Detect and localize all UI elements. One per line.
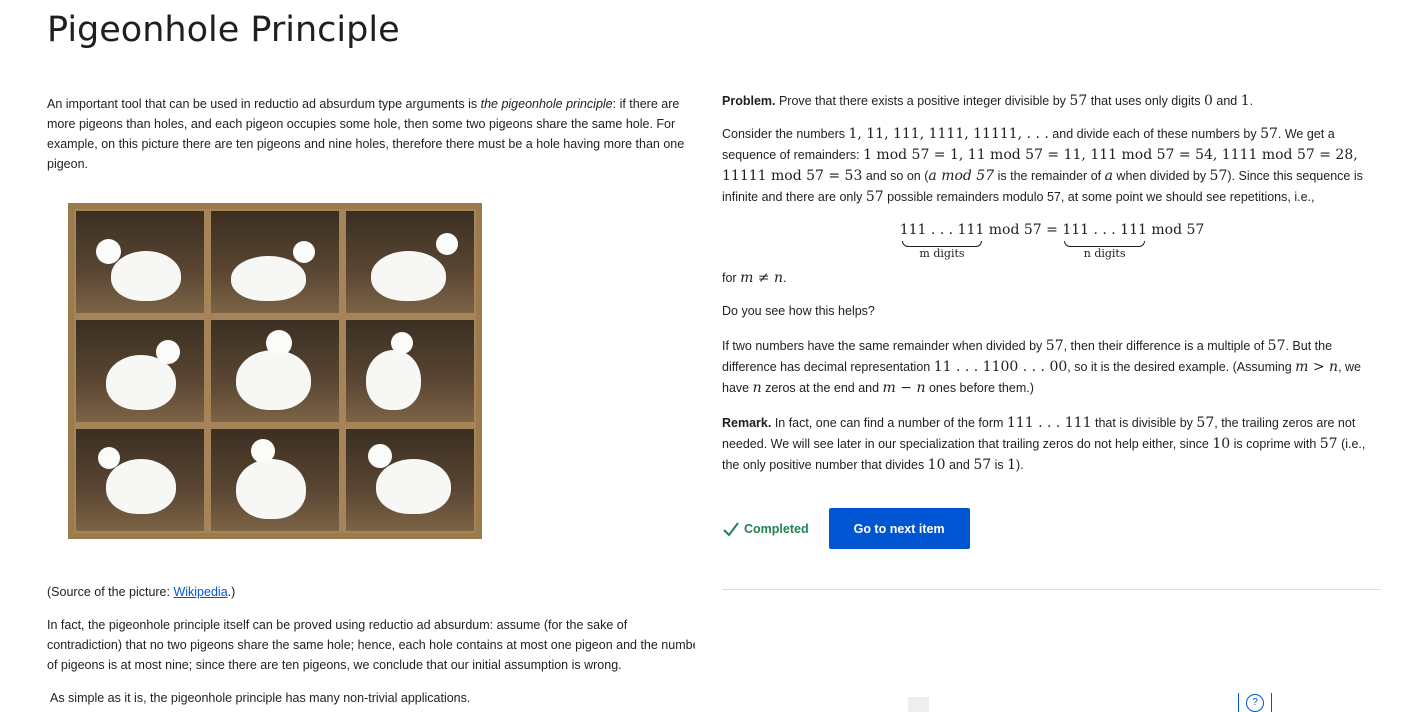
text: zeros at the end and <box>761 381 883 395</box>
math: 0 <box>1203 93 1213 109</box>
item-actions: Completed Go to next item <box>722 508 970 549</box>
text: is <box>991 458 1008 472</box>
intro-emphasis: the pigeonhole principle <box>480 97 613 111</box>
display-equation: 111 . . . 111 m digits mod 57 = 111 . . .… <box>722 220 1382 262</box>
text: Prove that there exists a positive integ… <box>775 94 1070 108</box>
pigeonhole-cell <box>346 211 474 313</box>
text: In fact, one can find a number of the fo… <box>771 416 1007 430</box>
pigeonhole-cell <box>346 320 474 422</box>
divider <box>722 589 1381 590</box>
math: 1 mod 57 = 1, 11 mod 57 = 11, 111 mod 57… <box>863 147 1358 163</box>
proof-paragraph: In fact, the pigeonhole principle itself… <box>47 615 695 675</box>
problem-label: Problem. <box>722 94 776 108</box>
check-icon <box>723 521 739 537</box>
help-glyph: ? <box>1246 694 1264 712</box>
math: 57 <box>1260 126 1278 142</box>
text: , so it is the desired example. (Assumin… <box>1067 360 1296 374</box>
text: , then their difference is a multiple of <box>1063 339 1268 353</box>
text: and so on ( <box>862 169 929 183</box>
math: 57 <box>1196 415 1215 431</box>
math: m ≠ n <box>740 270 783 286</box>
underbrace-n: 111 . . . 111 n digits <box>1062 220 1147 261</box>
math: mod 57 <box>1146 222 1205 238</box>
math: a <box>1104 168 1113 184</box>
text: and divide each of these numbers by <box>1048 127 1261 141</box>
math: 111 . . . 111 <box>1006 415 1092 431</box>
text: for <box>722 271 741 285</box>
pigeonhole-cell <box>211 429 339 531</box>
text: ones before them.) <box>925 381 1034 395</box>
text: ). <box>1016 458 1024 472</box>
text: that is divisible by <box>1091 416 1197 430</box>
applications-paragraph: As simple as it is, the pigeonhole princ… <box>50 691 471 705</box>
math: 57 <box>973 457 992 473</box>
text: is coprime with <box>1230 437 1320 451</box>
proof-line: of pigeons is at most nine; since there … <box>47 658 622 672</box>
pigeonhole-cell <box>211 211 339 313</box>
math: 57 <box>1045 338 1064 354</box>
problem-section: Problem. Prove that there exists a posit… <box>722 91 1382 476</box>
math: 57 <box>1209 168 1228 184</box>
text: and <box>1212 94 1241 108</box>
math: 57 <box>1319 436 1338 452</box>
caption-text-end: .) <box>227 585 236 599</box>
math: m − n <box>882 380 926 396</box>
math: 57 <box>865 189 884 205</box>
pigeonhole-cell <box>211 320 339 422</box>
intro-paragraph: An important tool that can be used in re… <box>47 94 695 174</box>
math: 1, 11, 111, 1111, 11111, . . . <box>848 126 1049 142</box>
text: If two numbers have the same remainder w… <box>722 339 1046 353</box>
math: 1 <box>1240 93 1250 109</box>
pigeonhole-cell <box>76 211 204 313</box>
math: 111 . . . 111 <box>899 222 985 238</box>
remark-label: Remark. <box>722 416 772 430</box>
text: that uses only digits <box>1087 94 1204 108</box>
image-caption: (Source of the picture: Wikipedia.) <box>47 582 235 602</box>
text: is the remainder of <box>994 169 1105 183</box>
text: possible remainders modulo 57, at some p… <box>883 190 1315 204</box>
math: n <box>752 380 762 396</box>
wikipedia-link[interactable]: Wikipedia <box>173 585 227 599</box>
math: 10 <box>927 457 946 473</box>
intro-text: An important tool that can be used in re… <box>47 97 481 111</box>
math: m > n <box>1295 359 1339 375</box>
text: . <box>1249 94 1254 108</box>
brace-label: m digits <box>919 247 965 260</box>
pigeonhole-cell <box>76 429 204 531</box>
caption-text: (Source of the picture: <box>47 585 174 599</box>
page-title: Pigeonhole Principle <box>47 10 400 50</box>
text: Consider the numbers <box>722 127 849 141</box>
math: mod 57 = <box>984 222 1063 238</box>
question-text: Do you see how this helps? <box>722 304 875 318</box>
math: 10 <box>1212 436 1231 452</box>
proof-line: contradiction) that no two pigeons share… <box>47 638 695 652</box>
completed-label: Completed <box>744 521 809 536</box>
pigeonhole-cell <box>76 320 204 422</box>
math: 11111 mod 57 = 53 <box>722 168 863 184</box>
math: 57 <box>1267 338 1286 354</box>
pigeonhole-cell <box>346 429 474 531</box>
footer-placeholder <box>908 697 929 712</box>
consider-paragraph: Consider the numbers 1, 11, 111, 1111, 1… <box>722 124 1382 208</box>
underbrace-m: 111 . . . 111 m digits <box>900 220 985 261</box>
pigeonhole-image <box>68 203 482 539</box>
math: 111 . . . 111 <box>1062 222 1147 238</box>
completed-status: Completed <box>722 520 809 538</box>
explanation-paragraph: If two numbers have the same remainder w… <box>722 336 1382 399</box>
go-to-next-item-button[interactable]: Go to next item <box>828 508 970 549</box>
help-icon[interactable]: ? <box>1238 693 1272 712</box>
math: 11 . . . 1100 . . . 00 <box>933 359 1068 375</box>
proof-line: In fact, the pigeonhole principle itself… <box>47 618 628 632</box>
for-m-neq-n: for m ≠ n. <box>722 268 1382 289</box>
math: 1 <box>1007 457 1017 473</box>
math: 57 <box>1069 93 1088 109</box>
text: and <box>945 458 974 472</box>
remark-paragraph: Remark. In fact, one can find a number o… <box>722 413 1382 476</box>
problem-statement: Problem. Prove that there exists a posit… <box>722 91 1382 112</box>
text: . <box>783 271 787 285</box>
brace-label: n digits <box>1083 247 1126 260</box>
math: a mod 57 <box>928 168 995 184</box>
text: when divided by <box>1112 169 1210 183</box>
